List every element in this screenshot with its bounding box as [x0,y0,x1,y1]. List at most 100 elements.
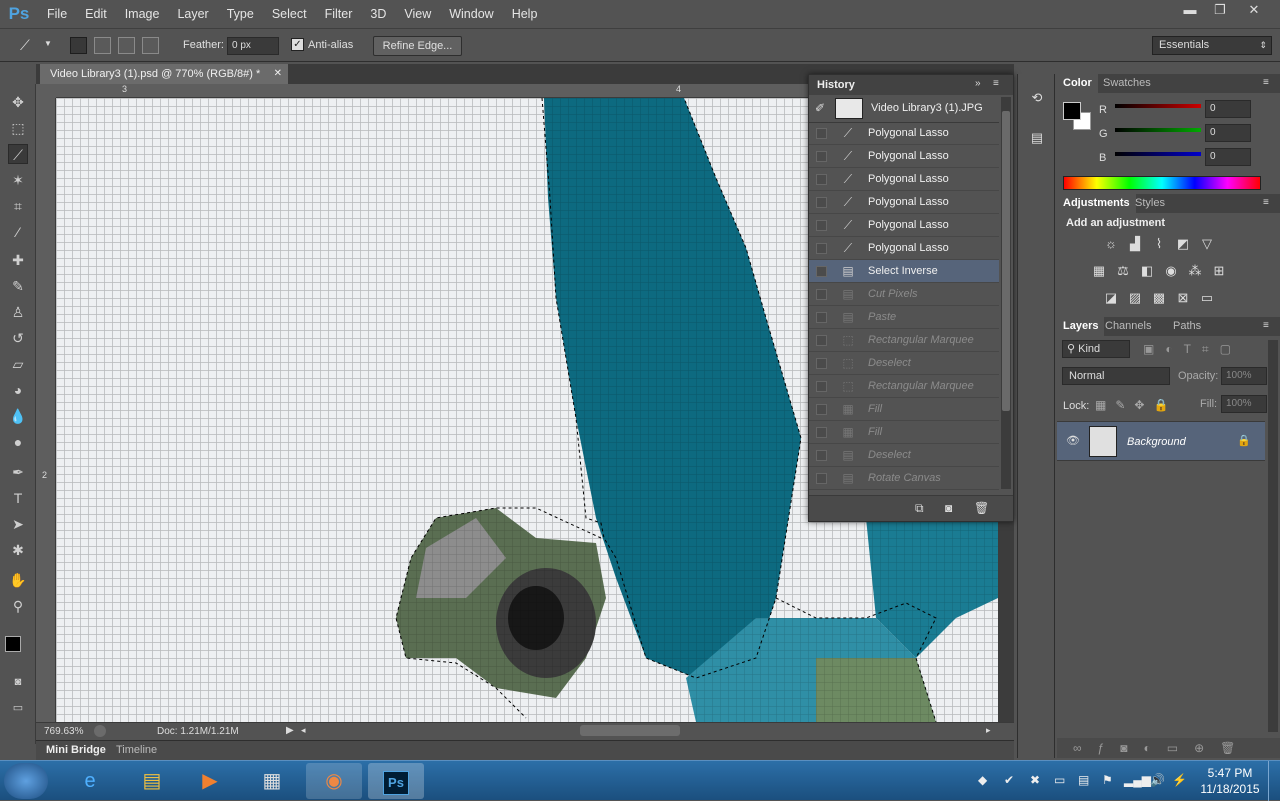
history-checkbox[interactable] [816,266,827,277]
invert-icon[interactable]: ◪ [1102,290,1120,306]
history-item[interactable]: ⟋ Polygonal Lasso [809,191,999,214]
layers-footer-icons[interactable]: ∞ƒ◙◐▭⊕🗑 [1057,738,1280,758]
move-tool-icon[interactable]: ✥ [8,92,28,112]
history-item[interactable]: ⟋ Polygonal Lasso [809,145,999,168]
healing-brush-tool-icon[interactable]: ✚ [8,250,28,270]
tray-icon[interactable]: ✔ [1004,773,1014,787]
color-fg-swatch[interactable] [1063,102,1081,120]
history-checkbox[interactable] [816,151,827,162]
history-snapshot[interactable]: ✐ Video Library3 (1).JPG [809,95,999,123]
eraser-tool-icon[interactable]: ▱ [8,354,28,374]
layer-filter-icons[interactable]: ▣◐T⌗▢ [1143,342,1273,357]
camera-icon[interactable]: ◙ [945,501,952,515]
tab-timeline[interactable]: Timeline [116,744,157,756]
menu-type[interactable]: Type [218,0,263,28]
history-item[interactable]: ▤ Cut Pixels [809,283,999,306]
fill-input[interactable]: 100% [1221,395,1267,413]
tray-icon[interactable]: ◆ [978,773,987,787]
channel-mixer-icon[interactable]: ⁂ [1186,263,1204,279]
history-item[interactable]: ⟋ Polygonal Lasso [809,168,999,191]
layer-row-background[interactable]: 👁 Background 🔒 [1057,421,1265,461]
clock-date[interactable]: 11/18/2015 [1196,782,1264,796]
minimize-button[interactable]: ▬ [1176,2,1204,18]
intersect-selection-button[interactable] [142,37,159,54]
polygonal-lasso-preset-icon[interactable]: ⟋ [20,37,40,55]
vibrance-icon[interactable]: ▽ [1198,236,1216,252]
collapse-panel-icon[interactable]: » [975,78,981,89]
tray-icon[interactable]: ✖ [1030,773,1040,787]
close-button[interactable]: ✕ [1240,2,1268,18]
panel-menu-icon[interactable]: ≡ [1263,197,1269,208]
clone-stamp-tool-icon[interactable]: ♙ [8,302,28,322]
menu-edit[interactable]: Edit [76,0,116,28]
posterize-icon[interactable]: ▨ [1126,290,1144,306]
new-document-from-state-icon[interactable]: ⧉ [915,501,924,516]
history-checkbox[interactable] [816,174,827,185]
media-player-icon[interactable]: ▶ [182,763,238,799]
network-icon[interactable]: ⚡ [1172,773,1187,787]
dodge-tool-icon[interactable]: ● [8,432,28,452]
history-scrollbar[interactable] [1001,97,1011,489]
blur-tool-icon[interactable]: 💧 [8,406,28,426]
feather-input[interactable]: 0 px [227,37,279,55]
scroll-left-icon[interactable]: ◂ [301,725,306,736]
opacity-input[interactable]: 100% [1221,367,1267,385]
history-item[interactable]: ▤ Select Inverse [809,260,999,283]
menu-help[interactable]: Help [503,0,547,28]
history-brush-tool-icon[interactable]: ↺ [8,328,28,348]
foreground-color-swatch[interactable] [5,636,21,652]
layers-scrollbar[interactable] [1268,340,1278,732]
filter-kind-select[interactable]: ⚲ Kind [1062,340,1130,358]
history-item[interactable]: ▦ Fill [809,398,999,421]
history-item[interactable]: ⬚ Rectangular Marquee [809,375,999,398]
lock-icons[interactable]: ▦✎✥🔒 [1095,398,1185,412]
tab-swatches[interactable]: Swatches [1097,74,1157,93]
trash-icon[interactable]: 🗑 [974,501,989,515]
tab-channels[interactable]: Channels [1099,317,1157,336]
new-selection-button[interactable] [70,37,87,54]
calculator-icon[interactable]: ▦ [244,763,300,799]
preset-dropdown-icon[interactable]: ▼ [44,39,52,48]
menu-window[interactable]: Window [440,0,502,28]
properties-panel-icon[interactable]: ▤ [1028,130,1046,148]
menu-file[interactable]: File [38,0,76,28]
paint-bucket-tool-icon[interactable]: ◕ [8,380,28,400]
black-white-icon[interactable]: ◧ [1138,263,1156,279]
channel-slider[interactable] [1115,128,1201,132]
history-checkbox[interactable] [816,450,827,461]
channel-slider[interactable] [1115,152,1201,156]
history-checkbox[interactable] [816,220,827,231]
magic-wand-tool-icon[interactable]: ✶ [8,170,28,190]
history-panel-icon[interactable]: ⟲ [1028,90,1046,108]
panel-menu-icon[interactable]: ≡ [993,78,999,89]
color-lookup-icon[interactable]: ⊞ [1210,263,1228,279]
menu-filter[interactable]: Filter [316,0,362,28]
document-tab[interactable]: Video Library3 (1).psd @ 770% (RGB/8#) *… [40,64,288,84]
threshold-icon[interactable]: ▩ [1150,290,1168,306]
menu-select[interactable]: Select [263,0,316,28]
tray-icon[interactable]: ▭ [1054,773,1065,787]
polygonal-lasso-tool-icon[interactable]: ⟋ [8,144,28,164]
levels-icon[interactable]: ▟ [1126,236,1144,252]
selective-color-icon[interactable]: ⊠ [1174,290,1192,306]
history-title[interactable]: History [817,79,855,91]
crop-tool-icon[interactable]: ⌗ [8,196,28,216]
history-checkbox[interactable] [816,473,827,484]
tab-mini-bridge[interactable]: Mini Bridge [46,744,106,756]
scroll-right-icon[interactable]: ▸ [986,725,991,736]
menu-3d[interactable]: 3D [361,0,395,28]
show-desktop-button[interactable] [1268,761,1280,801]
history-item[interactable]: ▤ Paste [809,306,999,329]
history-item[interactable]: ⟋ Polygonal Lasso [809,237,999,260]
history-item[interactable]: ⟋ Polygonal Lasso [809,214,999,237]
marquee-tool-icon[interactable]: ⬚ [8,118,28,138]
history-checkbox[interactable] [816,289,827,300]
panel-menu-icon[interactable]: ≡ [1263,320,1269,331]
screen-mode-icon[interactable]: ▭ [8,698,28,718]
history-checkbox[interactable] [816,404,827,415]
color-balance-icon[interactable]: ⚖ [1114,263,1132,279]
photoshop-taskbar-icon[interactable]: Ps [368,763,424,799]
zoom-tool-icon[interactable]: ⚲ [8,596,28,616]
hue-saturation-icon[interactable]: ▦ [1090,263,1108,279]
internet-explorer-icon[interactable]: e [62,763,118,799]
